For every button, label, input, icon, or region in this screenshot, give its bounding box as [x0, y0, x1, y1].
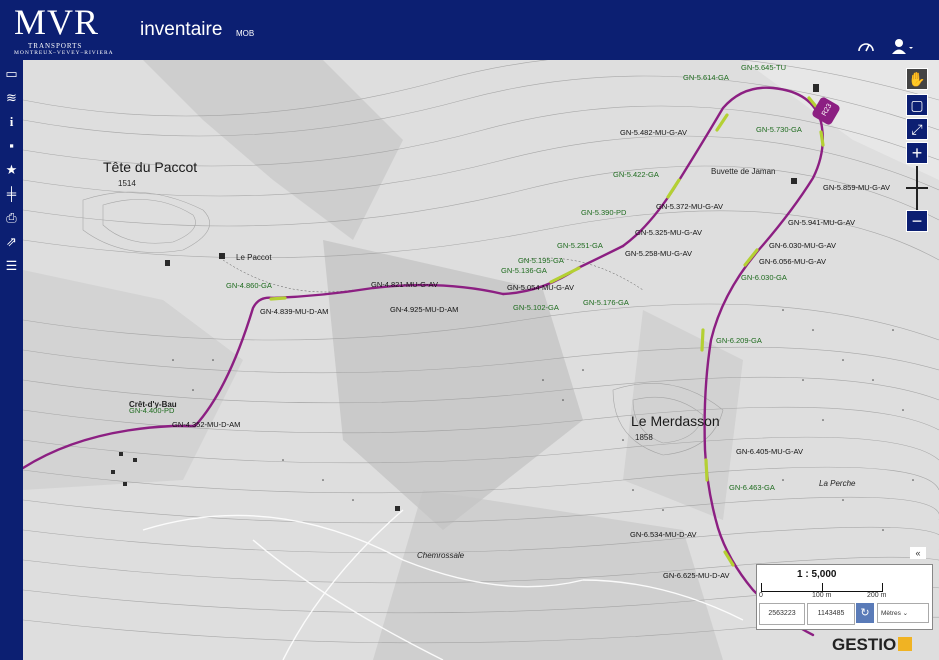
fullscreen-icon[interactable]: ⤢	[906, 118, 928, 140]
track-icon[interactable]: ╪	[2, 184, 21, 204]
scale-bar	[761, 583, 883, 592]
refresh-icon[interactable]: ↻	[856, 603, 874, 623]
track-label[interactable]: GN-5.054-MU-G-AV	[507, 283, 574, 292]
hand-icon[interactable]: ✋	[906, 68, 928, 90]
print-icon[interactable]: ⎙	[2, 208, 21, 228]
place-le-paccot: Le Paccot	[236, 253, 272, 262]
zoom-in-icon[interactable]: +	[906, 142, 928, 164]
track-label[interactable]: GN-4.400-PD	[129, 406, 175, 415]
app-subtitle: MOB	[236, 29, 255, 38]
dashboard-icon[interactable]	[857, 39, 875, 53]
gestio-logo: GESTIO	[832, 635, 913, 659]
scale-tick-100: 100 m	[812, 592, 832, 599]
user-icon[interactable]	[890, 38, 914, 54]
track-label[interactable]: GN-6.534-MU-D-AV	[630, 530, 697, 539]
track-label[interactable]: GN-4.925-MU-D-AM	[390, 305, 458, 314]
track-label[interactable]: GN-5.730-GA	[756, 125, 802, 134]
layers-icon[interactable]: ≋	[2, 88, 21, 108]
track-label[interactable]: GN-5.258-MU-G-AV	[625, 249, 692, 258]
logo-subtext: MONTREUX–VEVEY–RIVIERA	[14, 50, 114, 56]
track-label[interactable]: GN-5.422-GA	[613, 170, 659, 179]
app-header: MVR TRANSPORTS MONTREUX–VEVEY–RIVIERA in…	[0, 0, 939, 60]
track-label[interactable]: GN-5.251-GA	[557, 241, 603, 250]
track-label[interactable]: GN-6.030-MU-G-AV	[769, 241, 836, 250]
scale-collapse-button[interactable]: «	[910, 547, 926, 559]
track-label[interactable]: GN-5.372-MU-G-AV	[656, 202, 723, 211]
star-icon[interactable]: ★	[2, 160, 21, 180]
app-title: inventaire	[140, 19, 223, 40]
track-label[interactable]: GN-6.030-GA	[741, 273, 787, 282]
unit-select[interactable]: Mètres ⌄	[877, 603, 929, 623]
scale-panel: 1 : 5,000 0 100 m 200 m 2563223 1143485 …	[756, 564, 933, 630]
scale-tick-0: 0	[759, 592, 763, 599]
list-icon[interactable]: ☰	[2, 256, 21, 276]
scale-tick-200: 200 m	[867, 592, 887, 599]
track-label[interactable]: GN-6.209-GA	[716, 336, 762, 345]
track-label[interactable]: GN-6.463-GA	[729, 483, 775, 492]
track-label[interactable]: GN-6.625-MU-D-AV	[663, 571, 730, 580]
select-box-icon[interactable]: ▢	[906, 94, 928, 116]
info-icon[interactable]: i	[2, 112, 21, 132]
track-label[interactable]: GN-5.176-GA	[583, 298, 629, 307]
track-label[interactable]: GN-5.859-MU-G-AV	[823, 183, 890, 192]
place-le-merdasson: Le Merdasson	[631, 413, 720, 429]
mvr-logo[interactable]: MVR TRANSPORTS MONTREUX–VEVEY–RIVIERA	[14, 2, 126, 58]
gestio-logo-text: GESTIO	[832, 635, 897, 654]
zoom-slider-handle[interactable]	[906, 187, 928, 189]
folder-icon[interactable]: ▭	[2, 64, 21, 84]
scale-ratio: 1 : 5,000	[797, 569, 837, 580]
track-label[interactable]: GN-5.941-MU-G-AV	[788, 218, 855, 227]
track-label[interactable]: GN-4.821-MU-G-AV	[371, 280, 438, 289]
zoom-out-icon[interactable]: −	[906, 210, 928, 232]
coord-x-field[interactable]: 2563223	[759, 603, 805, 625]
track-label[interactable]: GN-5.102-GA	[513, 303, 559, 312]
track-label[interactable]: GN-5.614-GA	[683, 73, 729, 82]
comment-icon[interactable]: ▪	[2, 136, 21, 156]
track-label[interactable]: GN-4.352-MU-D-AM	[172, 420, 240, 429]
place-tete-du-paccot-elev: 1514	[118, 179, 136, 188]
logo-mark: MVR	[14, 2, 100, 42]
track-label[interactable]: GN-5.136-GA	[501, 266, 547, 275]
unit-select-value: Mètres	[881, 610, 901, 617]
left-toolbar: ▭ ≋ i ▪ ★ ╪ ⎙ ⇗ ☰	[0, 60, 23, 660]
coord-y-field[interactable]: 1143485	[807, 603, 855, 625]
track-label[interactable]: GN-5.390-PD	[581, 208, 627, 217]
track-label[interactable]: GN-5.195-GA	[518, 256, 564, 265]
place-chemrossale: Chemrossale	[417, 551, 465, 560]
track-label[interactable]: GN-4.839-MU-D-AM	[260, 307, 328, 316]
scale-bar-mid-tick	[822, 583, 823, 591]
place-le-merdasson-elev: 1858	[635, 433, 653, 442]
track-label[interactable]: GN-5.645-TU	[741, 63, 786, 72]
place-tete-du-paccot: Tête du Paccot	[103, 159, 197, 175]
place-buvette-de-jaman: Buvette de Jaman	[711, 167, 775, 176]
gestio-mark-icon	[898, 637, 913, 651]
track-label[interactable]: GN-5.482-MU-G-AV	[620, 128, 687, 137]
track-label[interactable]: GN-4.860-GA	[226, 281, 272, 290]
track-label[interactable]: GN-6.405-MU-G-AV	[736, 447, 803, 456]
map-controls: ✋ ▢ ⤢ + −	[906, 68, 930, 233]
track-label[interactable]: GN-6.056-MU-G-AV	[759, 257, 826, 266]
share-icon[interactable]: ⇗	[2, 232, 21, 252]
logo-text: TRANSPORTS	[28, 42, 83, 50]
place-la-perche: La Perche	[819, 479, 856, 488]
track-label[interactable]: GN-5.325-MU-G-AV	[635, 228, 702, 237]
